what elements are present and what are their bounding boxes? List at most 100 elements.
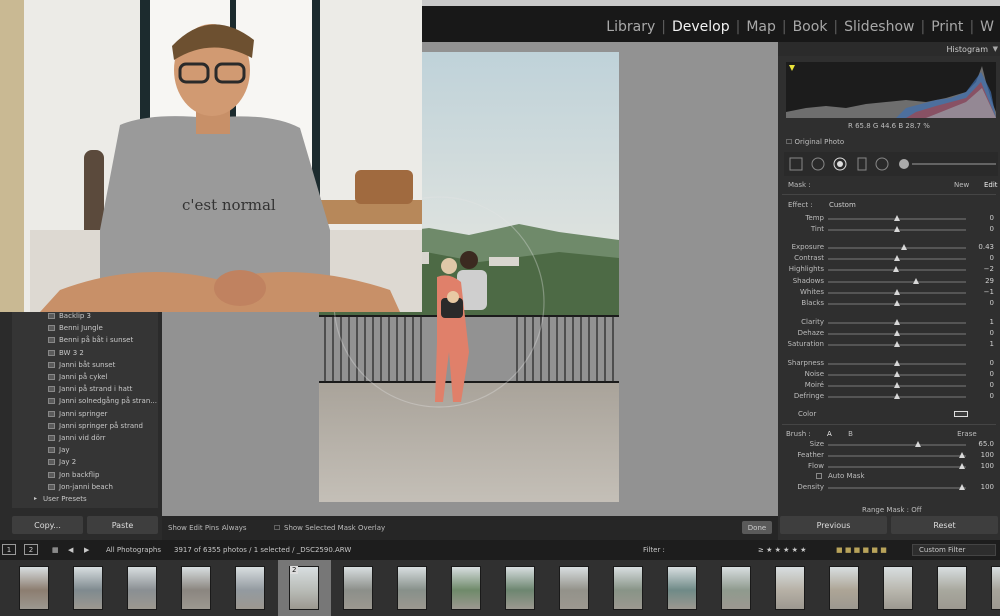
preset-item[interactable]: Janni vid dörr [12,432,158,444]
custom-filter-select[interactable]: Custom Filter [912,544,996,556]
photo-count[interactable]: 3917 of 6355 photos / 1 selected / _DSC2… [174,546,351,554]
filmstrip-thumbnail[interactable] [170,560,223,616]
brush-slider-feather[interactable]: Feather 100 [778,451,1000,461]
back-arrow-icon[interactable]: ◀ [68,546,73,554]
effect-select[interactable]: Custom [829,201,856,209]
slider-handle[interactable] [894,371,900,377]
slider-value[interactable]: 0 [990,329,994,337]
slider-blacks[interactable]: Blacks 0 [778,299,1000,309]
auto-mask-checkbox[interactable]: Auto Mask [816,472,865,480]
filmstrip-thumbnail[interactable] [818,560,871,616]
slider-value[interactable]: −2 [984,265,994,273]
preset-item[interactable]: Janni springer på strand [12,420,158,432]
filmstrip-thumbnail[interactable] [332,560,385,616]
paste-button[interactable]: Paste [87,516,158,534]
slider-shadows[interactable]: Shadows 29 [778,277,1000,287]
slider-handle[interactable] [913,278,920,284]
slider-dehaze[interactable]: Dehaze 0 [778,329,1000,339]
reset-button[interactable]: Reset [891,516,998,534]
slider-handle[interactable] [900,244,907,250]
filmstrip-thumbnail[interactable] [710,560,763,616]
slider-handle[interactable] [894,215,900,221]
slider-handle[interactable] [894,382,900,388]
preset-item[interactable]: Benni Jungle [12,322,158,334]
mask-edit-button[interactable]: Edit [984,181,998,189]
brush-a-button[interactable]: A [827,430,832,438]
slider-handle[interactable] [894,341,900,347]
presets-list[interactable]: Backlip 3 Benni Jungle Benni på båt i su… [12,310,158,508]
filmstrip-thumbnail-selected[interactable]: 2 [278,560,331,616]
slider-track[interactable] [828,444,966,446]
module-print[interactable]: Print [925,19,969,35]
filmstrip-thumbnail[interactable] [116,560,169,616]
slider-track[interactable] [828,281,966,283]
slider-value[interactable]: 0 [990,299,994,307]
module-book[interactable]: Book [787,19,834,35]
slider-value[interactable]: 0 [990,359,994,367]
filmstrip-thumbnail[interactable] [602,560,655,616]
secondary-window-button[interactable]: 2 [24,544,38,555]
slider-whites[interactable]: Whites −1 [778,288,1000,298]
slider-tint[interactable]: Tint 0 [778,225,1000,235]
filmstrip-thumbnail[interactable] [62,560,115,616]
slider-handle[interactable] [894,255,900,261]
copy-button[interactable]: Copy... [12,516,83,534]
slider-handle[interactable] [894,360,900,366]
filmstrip-thumbnail[interactable] [494,560,547,616]
slider-track[interactable] [828,247,966,249]
preset-item[interactable]: Jon-janni beach [12,481,158,493]
slider-clarity[interactable]: Clarity 1 [778,318,1000,328]
slider-sharpness[interactable]: Sharpness 0 [778,359,1000,369]
module-develop[interactable]: Develop [666,19,736,35]
color-swatch[interactable] [954,411,968,417]
brush-erase-button[interactable]: Erase [957,430,977,438]
original-photo-checkbox[interactable]: ☐ Original Photo [786,138,844,146]
slider-handle[interactable] [894,300,900,306]
done-button[interactable]: Done [742,521,772,534]
filmstrip-thumbnail[interactable] [386,560,439,616]
previous-button[interactable]: Previous [780,516,887,534]
preset-item[interactable]: Janni springer [12,408,158,420]
preset-item[interactable]: BW 3 2 [12,347,158,359]
slider-value[interactable]: 1 [990,318,994,326]
module-map[interactable]: Map [740,19,782,35]
filmstrip-thumbnail[interactable] [548,560,601,616]
filmstrip-thumbnail[interactable] [980,560,1000,616]
slider-handle[interactable] [894,289,900,295]
filmstrip-thumbnail[interactable] [656,560,709,616]
show-mask-overlay-checkbox[interactable]: ☐ [274,524,280,532]
slider-handle[interactable] [894,393,900,399]
slider-value[interactable]: 100 [981,462,994,470]
slider-noise[interactable]: Noise 0 [778,370,1000,380]
slider-contrast[interactable]: Contrast 0 [778,254,1000,264]
slider-handle[interactable] [958,484,965,490]
slider-value[interactable]: 0 [990,381,994,389]
show-edit-pins-select[interactable]: Always [222,524,247,532]
slider-handle[interactable] [894,226,900,232]
slider-value[interactable]: 1 [990,340,994,348]
slider-value[interactable]: 100 [981,451,994,459]
preset-item[interactable]: Janni på cykel [12,371,158,383]
preset-item[interactable]: Benni på båt i sunset [12,334,158,346]
slider-track[interactable] [828,487,966,489]
filmstrip-thumbnail[interactable] [872,560,925,616]
slider-defringe[interactable]: Defringe 0 [778,392,1000,402]
preset-item[interactable]: Janni solnedgång på stran... [12,395,158,407]
rating-stars[interactable]: ≥ ★ ★ ★ ★ ★ [758,546,806,554]
primary-window-button[interactable]: 1 [2,544,16,555]
slider-track[interactable] [828,466,966,468]
slider-value[interactable]: 0 [990,370,994,378]
slider-value[interactable]: 0 [990,214,994,222]
mask-new-button[interactable]: New [954,181,969,189]
filmstrip-thumbnail[interactable] [8,560,61,616]
slider-handle[interactable] [914,441,921,447]
filmstrip-thumbnail[interactable] [764,560,817,616]
slider-value[interactable]: 65.0 [978,440,994,448]
slider-saturation[interactable]: Saturation 1 [778,340,1000,350]
slider-highlights[interactable]: Highlights −2 [778,265,1000,275]
module-library[interactable]: Library [600,19,661,35]
collapse-triangle-icon[interactable]: ▼ [993,45,998,53]
slider-handle[interactable] [958,463,965,469]
slider-value[interactable]: 0 [990,392,994,400]
slider-temp[interactable]: Temp 0 [778,214,1000,224]
